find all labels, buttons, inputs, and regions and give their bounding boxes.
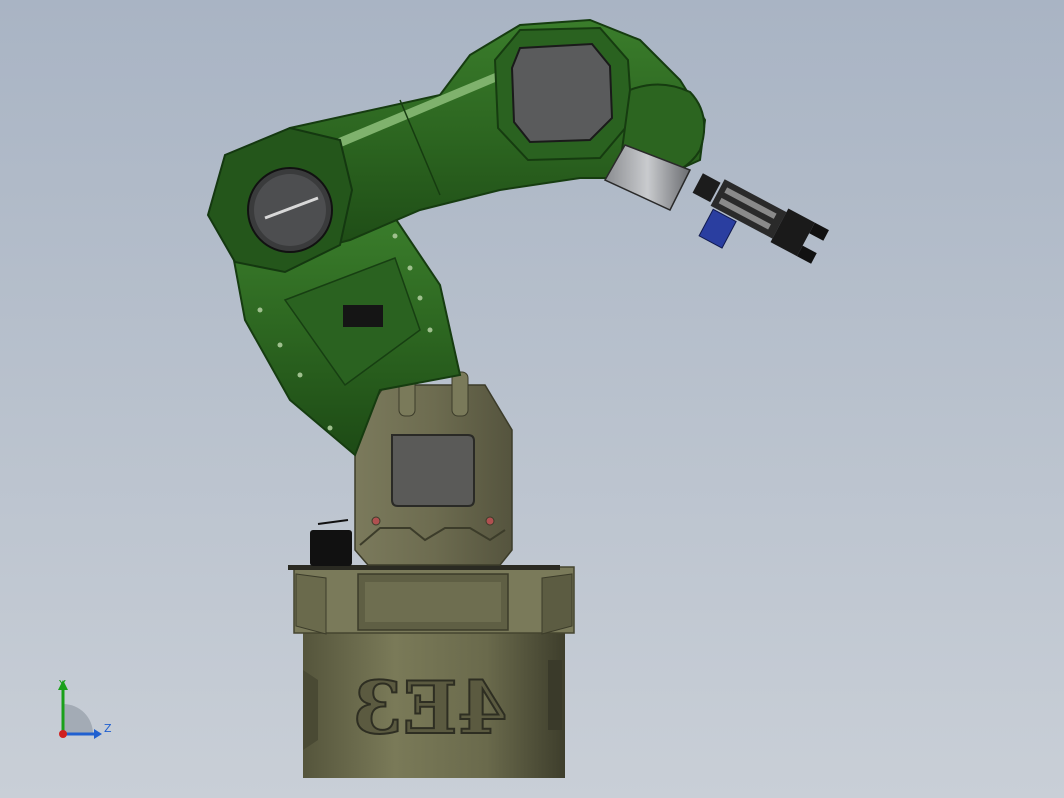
end-effector[interactable] [603,144,829,288]
z-axis-arrow [94,729,102,739]
tower-screw-left [371,516,381,526]
base-side-vent [548,660,562,730]
lower-arm-switch [343,305,383,327]
base-engraving: 4E3 [352,665,507,750]
3d-viewport[interactable]: 4E3 Y Z [0,0,1064,798]
z-axis-label: Z [104,722,112,735]
upper-arm[interactable] [206,18,707,274]
tower-screw-right [485,516,495,526]
y-axis-label: Y [58,678,66,691]
base-front-plate-inner [365,582,501,622]
base-assembly[interactable]: 4E3 [288,565,575,778]
tower-post-right [451,371,469,417]
elbow-motor-window [510,42,614,144]
coordinate-triad: Y Z [58,678,112,739]
triad-plane [63,704,93,734]
gripper[interactable] [676,165,829,288]
limit-switch-base [310,519,352,566]
tower-motor-window [391,434,475,507]
shoulder-tower[interactable] [354,371,513,566]
base-left-tab [295,573,327,635]
base-side-cutout [303,670,318,750]
base-right-tab [541,573,573,635]
x-axis-origin [59,730,67,738]
robot-arm-model[interactable]: 4E3 [0,0,1064,798]
